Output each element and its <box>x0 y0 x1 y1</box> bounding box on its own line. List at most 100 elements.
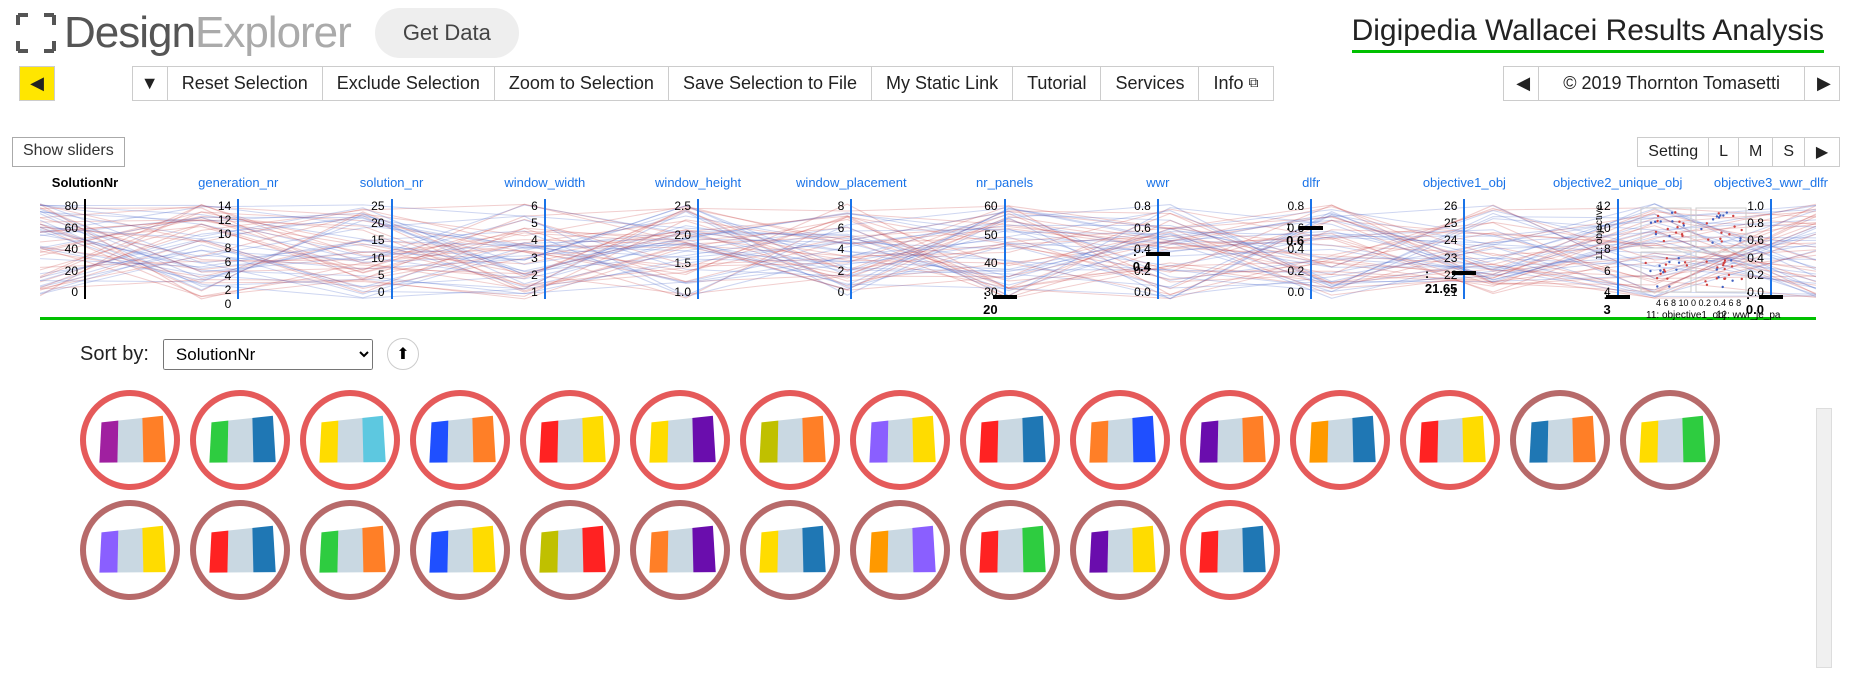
show-sliders-button[interactable]: ◀ <box>19 66 55 101</box>
get-data-button[interactable]: Get Data <box>375 8 519 58</box>
size-l-button[interactable]: L <box>1708 137 1739 167</box>
result-item[interactable] <box>80 390 180 490</box>
size-m-button[interactable]: M <box>1738 137 1773 167</box>
pc-axis-bar[interactable]: 2520151050 <box>391 199 393 299</box>
services-button[interactable]: Services <box>1100 66 1199 101</box>
result-item[interactable] <box>960 390 1060 490</box>
result-item[interactable] <box>1290 390 1390 490</box>
pc-axis-bar[interactable]: 806040200 <box>84 199 86 299</box>
pc-axis-ticks: 86420 <box>810 199 844 299</box>
pc-axis-ticks: 654321 <box>504 199 538 299</box>
result-item[interactable] <box>190 390 290 490</box>
pc-axis-label: window_height <box>655 175 741 190</box>
pc-axis-bar[interactable]: 60504030: 20 <box>1004 199 1006 299</box>
result-thumbnail <box>1089 416 1155 463</box>
pc-axis-window_placement[interactable]: window_placement86420 <box>806 195 896 315</box>
credits-bar: ◀ © 2019 Thornton Tomasetti ▶ <box>1504 66 1840 101</box>
result-item[interactable] <box>850 390 950 490</box>
result-item[interactable] <box>1400 390 1500 490</box>
result-item[interactable] <box>520 390 620 490</box>
result-item[interactable] <box>410 390 510 490</box>
exclude-selection-button[interactable]: Exclude Selection <box>322 66 495 101</box>
credits-text[interactable]: © 2019 Thornton Tomasetti <box>1538 66 1805 101</box>
pc-axis-generation_nr[interactable]: generation_nr14121086420 <box>193 195 283 315</box>
pc-axis-bar[interactable]: 2.52.01.51.0 <box>697 199 699 299</box>
pc-axis-ticks: 2.52.01.51.0 <box>657 199 691 299</box>
arrow-up-icon: ⬆ <box>396 344 409 364</box>
result-item[interactable] <box>1620 390 1720 490</box>
dropdown-toggle-button[interactable]: ▼ <box>132 66 168 101</box>
result-item[interactable] <box>1180 500 1280 600</box>
tooltip-show-sliders: Show sliders <box>12 137 125 167</box>
result-item[interactable] <box>850 500 950 600</box>
credits-prev-button[interactable]: ◀ <box>1503 66 1539 101</box>
pc-axis-label: window_placement <box>796 175 907 190</box>
credits-next-button[interactable]: ▶ <box>1804 66 1840 101</box>
view-size-bar: Setting L M S ▶ <box>0 131 1856 167</box>
pc-axis-dlfr[interactable]: dlfr0.80.60.40.20.0: 0.6 <box>1266 195 1356 315</box>
result-thumbnail <box>1199 526 1265 573</box>
result-item[interactable] <box>1070 390 1170 490</box>
sort-select[interactable]: SolutionNrgeneration_nrsolution_nrwindow… <box>163 339 373 370</box>
info-button[interactable]: Info ⧉ <box>1198 66 1273 101</box>
pc-brush-value: : 20 <box>983 287 997 317</box>
result-item[interactable] <box>630 390 730 490</box>
grid-scrollbar[interactable] <box>1816 408 1832 668</box>
scatter-xticks: 4 6 8 10 0 0.2 0.4 6 8 <box>1656 298 1741 308</box>
result-item[interactable] <box>960 500 1060 600</box>
result-item[interactable] <box>410 500 510 600</box>
scatter-matrix[interactable]: 11: objective 4 6 8 10 0 0.2 0.4 6 8 11:… <box>1596 200 1796 320</box>
setting-button[interactable]: Setting <box>1637 137 1709 167</box>
triangle-left-icon: ◀ <box>30 73 44 93</box>
result-item[interactable] <box>1180 390 1280 490</box>
pc-axis-nr_panels[interactable]: nr_panels60504030: 20 <box>960 195 1050 315</box>
pc-axis-bar[interactable]: 0.80.60.40.20.0: 0.6 <box>1310 199 1312 299</box>
scatter-btm1: 11: objective1_obj <box>1646 310 1726 320</box>
logo-text-1: Design <box>64 8 195 58</box>
header: Design Explorer Get Data Digipedia Walla… <box>0 0 1856 66</box>
logo-text-2: Explorer <box>195 8 351 58</box>
result-thumbnail <box>209 416 275 463</box>
pc-axis-objective1_obj[interactable]: objective1_obj262524232221: 21.65 <box>1419 195 1509 315</box>
result-thumbnail <box>649 416 715 463</box>
result-item[interactable] <box>190 500 290 600</box>
scatter-btm2: 12: wwr_je_pa <box>1716 310 1781 320</box>
result-item[interactable] <box>630 500 730 600</box>
pc-axis-window_height[interactable]: window_height2.52.01.51.0 <box>653 195 743 315</box>
sort-direction-button[interactable]: ⬆ <box>387 338 419 370</box>
result-item[interactable] <box>300 390 400 490</box>
pc-axis-bar[interactable]: 86420 <box>850 199 852 299</box>
pc-axis-window_width[interactable]: window_width654321 <box>500 195 590 315</box>
pc-axis-bar[interactable]: 14121086420 <box>237 199 239 299</box>
pc-axis-solution_nr[interactable]: solution_nr2520151050 <box>347 195 437 315</box>
result-item[interactable] <box>1510 390 1610 490</box>
result-item[interactable] <box>740 390 840 490</box>
result-thumbnail <box>759 526 825 573</box>
result-item[interactable] <box>520 500 620 600</box>
result-item[interactable] <box>1070 500 1170 600</box>
result-thumbnail <box>869 416 935 463</box>
pc-axis-bar[interactable]: 262524232221: 21.65 <box>1463 199 1465 299</box>
pc-axis-label: nr_panels <box>976 175 1033 190</box>
result-item[interactable] <box>300 500 400 600</box>
reset-selection-button[interactable]: Reset Selection <box>167 66 323 101</box>
zoom-selection-button[interactable]: Zoom to Selection <box>494 66 669 101</box>
pc-brush-value: : 21.65 <box>1425 266 1458 296</box>
result-item[interactable] <box>740 500 840 600</box>
result-item[interactable] <box>80 500 180 600</box>
parallel-coordinates-chart[interactable]: SolutionNr806040200 generation_nr14121086… <box>40 195 1816 320</box>
pc-axis-bar[interactable]: 0.80.60.40.20.0: 0.4 <box>1157 199 1159 299</box>
size-s-button[interactable]: S <box>1772 137 1805 167</box>
tutorial-button[interactable]: Tutorial <box>1012 66 1101 101</box>
result-thumbnail <box>1529 416 1595 463</box>
pc-axis-bar[interactable]: 654321 <box>544 199 546 299</box>
result-thumbnail <box>1309 416 1375 463</box>
result-thumbnail <box>99 526 165 573</box>
pc-axis-wwr[interactable]: wwr0.80.60.40.20.0: 0.4 <box>1113 195 1203 315</box>
triangle-right-icon: ▶ <box>1817 73 1831 93</box>
pc-axis-SolutionNr[interactable]: SolutionNr806040200 <box>40 195 130 315</box>
view-next-button[interactable]: ▶ <box>1804 137 1840 167</box>
result-thumbnail <box>1089 526 1155 573</box>
save-selection-button[interactable]: Save Selection to File <box>668 66 872 101</box>
static-link-button[interactable]: My Static Link <box>871 66 1013 101</box>
